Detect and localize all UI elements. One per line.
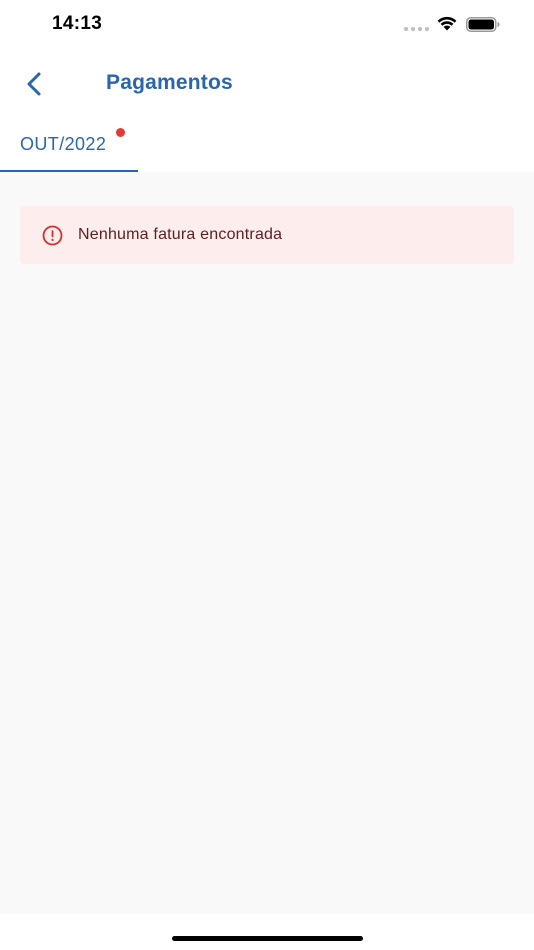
home-indicator-area (0, 914, 534, 950)
wifi-icon (437, 16, 457, 31)
tab-out-2022[interactable]: OUT/2022 (0, 120, 138, 172)
app-header: Pagamentos (0, 48, 534, 120)
content-area: Nenhuma fatura encontrada (0, 172, 534, 914)
month-tabs: OUT/2022 (0, 120, 534, 172)
status-bar: 14:13 (0, 0, 534, 48)
notification-dot (116, 128, 125, 137)
home-indicator[interactable] (172, 936, 363, 941)
empty-invoices-alert: Nenhuma fatura encontrada (20, 206, 514, 264)
tab-label: OUT/2022 (20, 134, 107, 154)
battery-icon (466, 17, 500, 32)
error-outline-icon (42, 225, 63, 246)
page-title: Pagamentos (106, 71, 233, 94)
chevron-left-icon (27, 72, 41, 96)
alert-message: Nenhuma fatura encontrada (78, 226, 283, 243)
signal-icon (404, 27, 429, 31)
back-button[interactable] (20, 68, 48, 100)
status-time: 14:13 (52, 13, 103, 34)
